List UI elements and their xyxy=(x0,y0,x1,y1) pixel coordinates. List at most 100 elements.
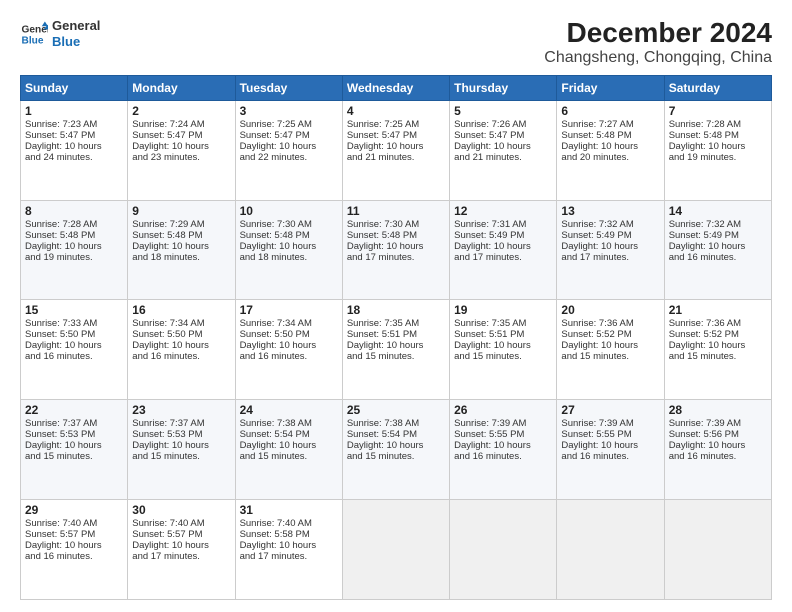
calendar-cell: 27Sunrise: 7:39 AMSunset: 5:55 PMDayligh… xyxy=(557,400,664,500)
cell-line: Sunrise: 7:40 AM xyxy=(25,518,123,529)
cell-line: Sunrise: 7:37 AM xyxy=(25,418,123,429)
cell-line: Sunset: 5:48 PM xyxy=(240,230,338,241)
cell-line: Daylight: 10 hours xyxy=(132,340,230,351)
calendar-cell: 3Sunrise: 7:25 AMSunset: 5:47 PMDaylight… xyxy=(235,100,342,200)
cell-line: Daylight: 10 hours xyxy=(561,241,659,252)
week-row-4: 22Sunrise: 7:37 AMSunset: 5:53 PMDayligh… xyxy=(21,400,772,500)
cell-line: Daylight: 10 hours xyxy=(454,141,552,152)
cell-line: Sunset: 5:56 PM xyxy=(669,429,767,440)
cell-line: Daylight: 10 hours xyxy=(132,540,230,551)
cell-line: Daylight: 10 hours xyxy=(669,340,767,351)
cell-line: Sunset: 5:49 PM xyxy=(454,230,552,241)
cell-line: Daylight: 10 hours xyxy=(240,440,338,451)
cell-line: Sunset: 5:51 PM xyxy=(347,329,445,340)
cell-line: and 17 minutes. xyxy=(132,551,230,562)
cell-line: Daylight: 10 hours xyxy=(347,241,445,252)
calendar-cell: 14Sunrise: 7:32 AMSunset: 5:49 PMDayligh… xyxy=(664,200,771,300)
day-number: 19 xyxy=(454,303,552,317)
cell-line: Sunrise: 7:27 AM xyxy=(561,119,659,130)
cell-line: Sunrise: 7:25 AM xyxy=(347,119,445,130)
cell-line: Sunrise: 7:36 AM xyxy=(561,318,659,329)
cell-line: Sunset: 5:48 PM xyxy=(669,130,767,141)
day-number: 25 xyxy=(347,403,445,417)
day-number: 22 xyxy=(25,403,123,417)
cell-line: and 17 minutes. xyxy=(240,551,338,562)
week-row-2: 8Sunrise: 7:28 AMSunset: 5:48 PMDaylight… xyxy=(21,200,772,300)
cell-line: Sunrise: 7:32 AM xyxy=(669,219,767,230)
cell-line: Sunrise: 7:30 AM xyxy=(240,219,338,230)
cell-line: and 16 minutes. xyxy=(454,451,552,462)
calendar-cell: 5Sunrise: 7:26 AMSunset: 5:47 PMDaylight… xyxy=(450,100,557,200)
cell-line: and 18 minutes. xyxy=(240,252,338,263)
cell-line: Sunrise: 7:23 AM xyxy=(25,119,123,130)
day-number: 12 xyxy=(454,204,552,218)
week-row-1: 1Sunrise: 7:23 AMSunset: 5:47 PMDaylight… xyxy=(21,100,772,200)
cell-line: Sunrise: 7:39 AM xyxy=(454,418,552,429)
cell-line: Sunset: 5:52 PM xyxy=(561,329,659,340)
calendar-cell xyxy=(450,500,557,600)
calendar-cell: 25Sunrise: 7:38 AMSunset: 5:54 PMDayligh… xyxy=(342,400,449,500)
cell-line: and 20 minutes. xyxy=(561,152,659,163)
cell-line: Sunset: 5:55 PM xyxy=(454,429,552,440)
cell-line: Sunset: 5:53 PM xyxy=(132,429,230,440)
cell-line: Daylight: 10 hours xyxy=(347,440,445,451)
page: General Blue General Blue December 2024 … xyxy=(0,0,792,612)
cell-line: and 15 minutes. xyxy=(132,451,230,462)
cell-line: Sunset: 5:57 PM xyxy=(25,529,123,540)
day-number: 24 xyxy=(240,403,338,417)
cell-line: and 16 minutes. xyxy=(132,351,230,362)
cell-line: Daylight: 10 hours xyxy=(454,340,552,351)
cell-line: and 16 minutes. xyxy=(25,351,123,362)
cell-line: and 16 minutes. xyxy=(669,451,767,462)
calendar-cell: 24Sunrise: 7:38 AMSunset: 5:54 PMDayligh… xyxy=(235,400,342,500)
day-number: 21 xyxy=(669,303,767,317)
cell-line: Sunset: 5:50 PM xyxy=(240,329,338,340)
cell-line: Sunrise: 7:24 AM xyxy=(132,119,230,130)
cell-line: Daylight: 10 hours xyxy=(240,340,338,351)
cell-line: Sunrise: 7:28 AM xyxy=(669,119,767,130)
cell-line: and 16 minutes. xyxy=(669,252,767,263)
cell-line: Daylight: 10 hours xyxy=(669,141,767,152)
cell-line: Sunset: 5:53 PM xyxy=(25,429,123,440)
day-number: 26 xyxy=(454,403,552,417)
cell-line: and 23 minutes. xyxy=(132,152,230,163)
day-number: 3 xyxy=(240,104,338,118)
weekday-header-friday: Friday xyxy=(557,75,664,100)
cell-line: and 17 minutes. xyxy=(454,252,552,263)
calendar-cell: 9Sunrise: 7:29 AMSunset: 5:48 PMDaylight… xyxy=(128,200,235,300)
weekday-header-row: SundayMondayTuesdayWednesdayThursdayFrid… xyxy=(21,75,772,100)
cell-line: Sunrise: 7:29 AM xyxy=(132,219,230,230)
cell-line: and 15 minutes. xyxy=(25,451,123,462)
calendar-cell: 20Sunrise: 7:36 AMSunset: 5:52 PMDayligh… xyxy=(557,300,664,400)
cell-line: and 19 minutes. xyxy=(25,252,123,263)
day-number: 8 xyxy=(25,204,123,218)
calendar-cell: 22Sunrise: 7:37 AMSunset: 5:53 PMDayligh… xyxy=(21,400,128,500)
cell-line: Daylight: 10 hours xyxy=(561,141,659,152)
cell-line: Sunset: 5:48 PM xyxy=(25,230,123,241)
cell-line: and 16 minutes. xyxy=(25,551,123,562)
cell-line: Sunset: 5:47 PM xyxy=(240,130,338,141)
cell-line: Sunset: 5:47 PM xyxy=(454,130,552,141)
calendar-cell: 7Sunrise: 7:28 AMSunset: 5:48 PMDaylight… xyxy=(664,100,771,200)
day-number: 23 xyxy=(132,403,230,417)
day-number: 15 xyxy=(25,303,123,317)
calendar-cell: 15Sunrise: 7:33 AMSunset: 5:50 PMDayligh… xyxy=(21,300,128,400)
cell-line: and 18 minutes. xyxy=(132,252,230,263)
day-number: 11 xyxy=(347,204,445,218)
cell-line: Sunrise: 7:38 AM xyxy=(347,418,445,429)
cell-line: Sunset: 5:49 PM xyxy=(561,230,659,241)
calendar-cell: 13Sunrise: 7:32 AMSunset: 5:49 PMDayligh… xyxy=(557,200,664,300)
cell-line: Sunrise: 7:34 AM xyxy=(132,318,230,329)
cell-line: and 15 minutes. xyxy=(454,351,552,362)
cell-line: Sunrise: 7:40 AM xyxy=(132,518,230,529)
calendar-cell: 19Sunrise: 7:35 AMSunset: 5:51 PMDayligh… xyxy=(450,300,557,400)
calendar-cell: 29Sunrise: 7:40 AMSunset: 5:57 PMDayligh… xyxy=(21,500,128,600)
cell-line: Sunrise: 7:40 AM xyxy=(240,518,338,529)
cell-line: and 21 minutes. xyxy=(347,152,445,163)
day-number: 10 xyxy=(240,204,338,218)
cell-line: and 15 minutes. xyxy=(669,351,767,362)
cell-line: Daylight: 10 hours xyxy=(561,440,659,451)
cell-line: Sunset: 5:52 PM xyxy=(669,329,767,340)
weekday-header-saturday: Saturday xyxy=(664,75,771,100)
calendar-cell: 10Sunrise: 7:30 AMSunset: 5:48 PMDayligh… xyxy=(235,200,342,300)
